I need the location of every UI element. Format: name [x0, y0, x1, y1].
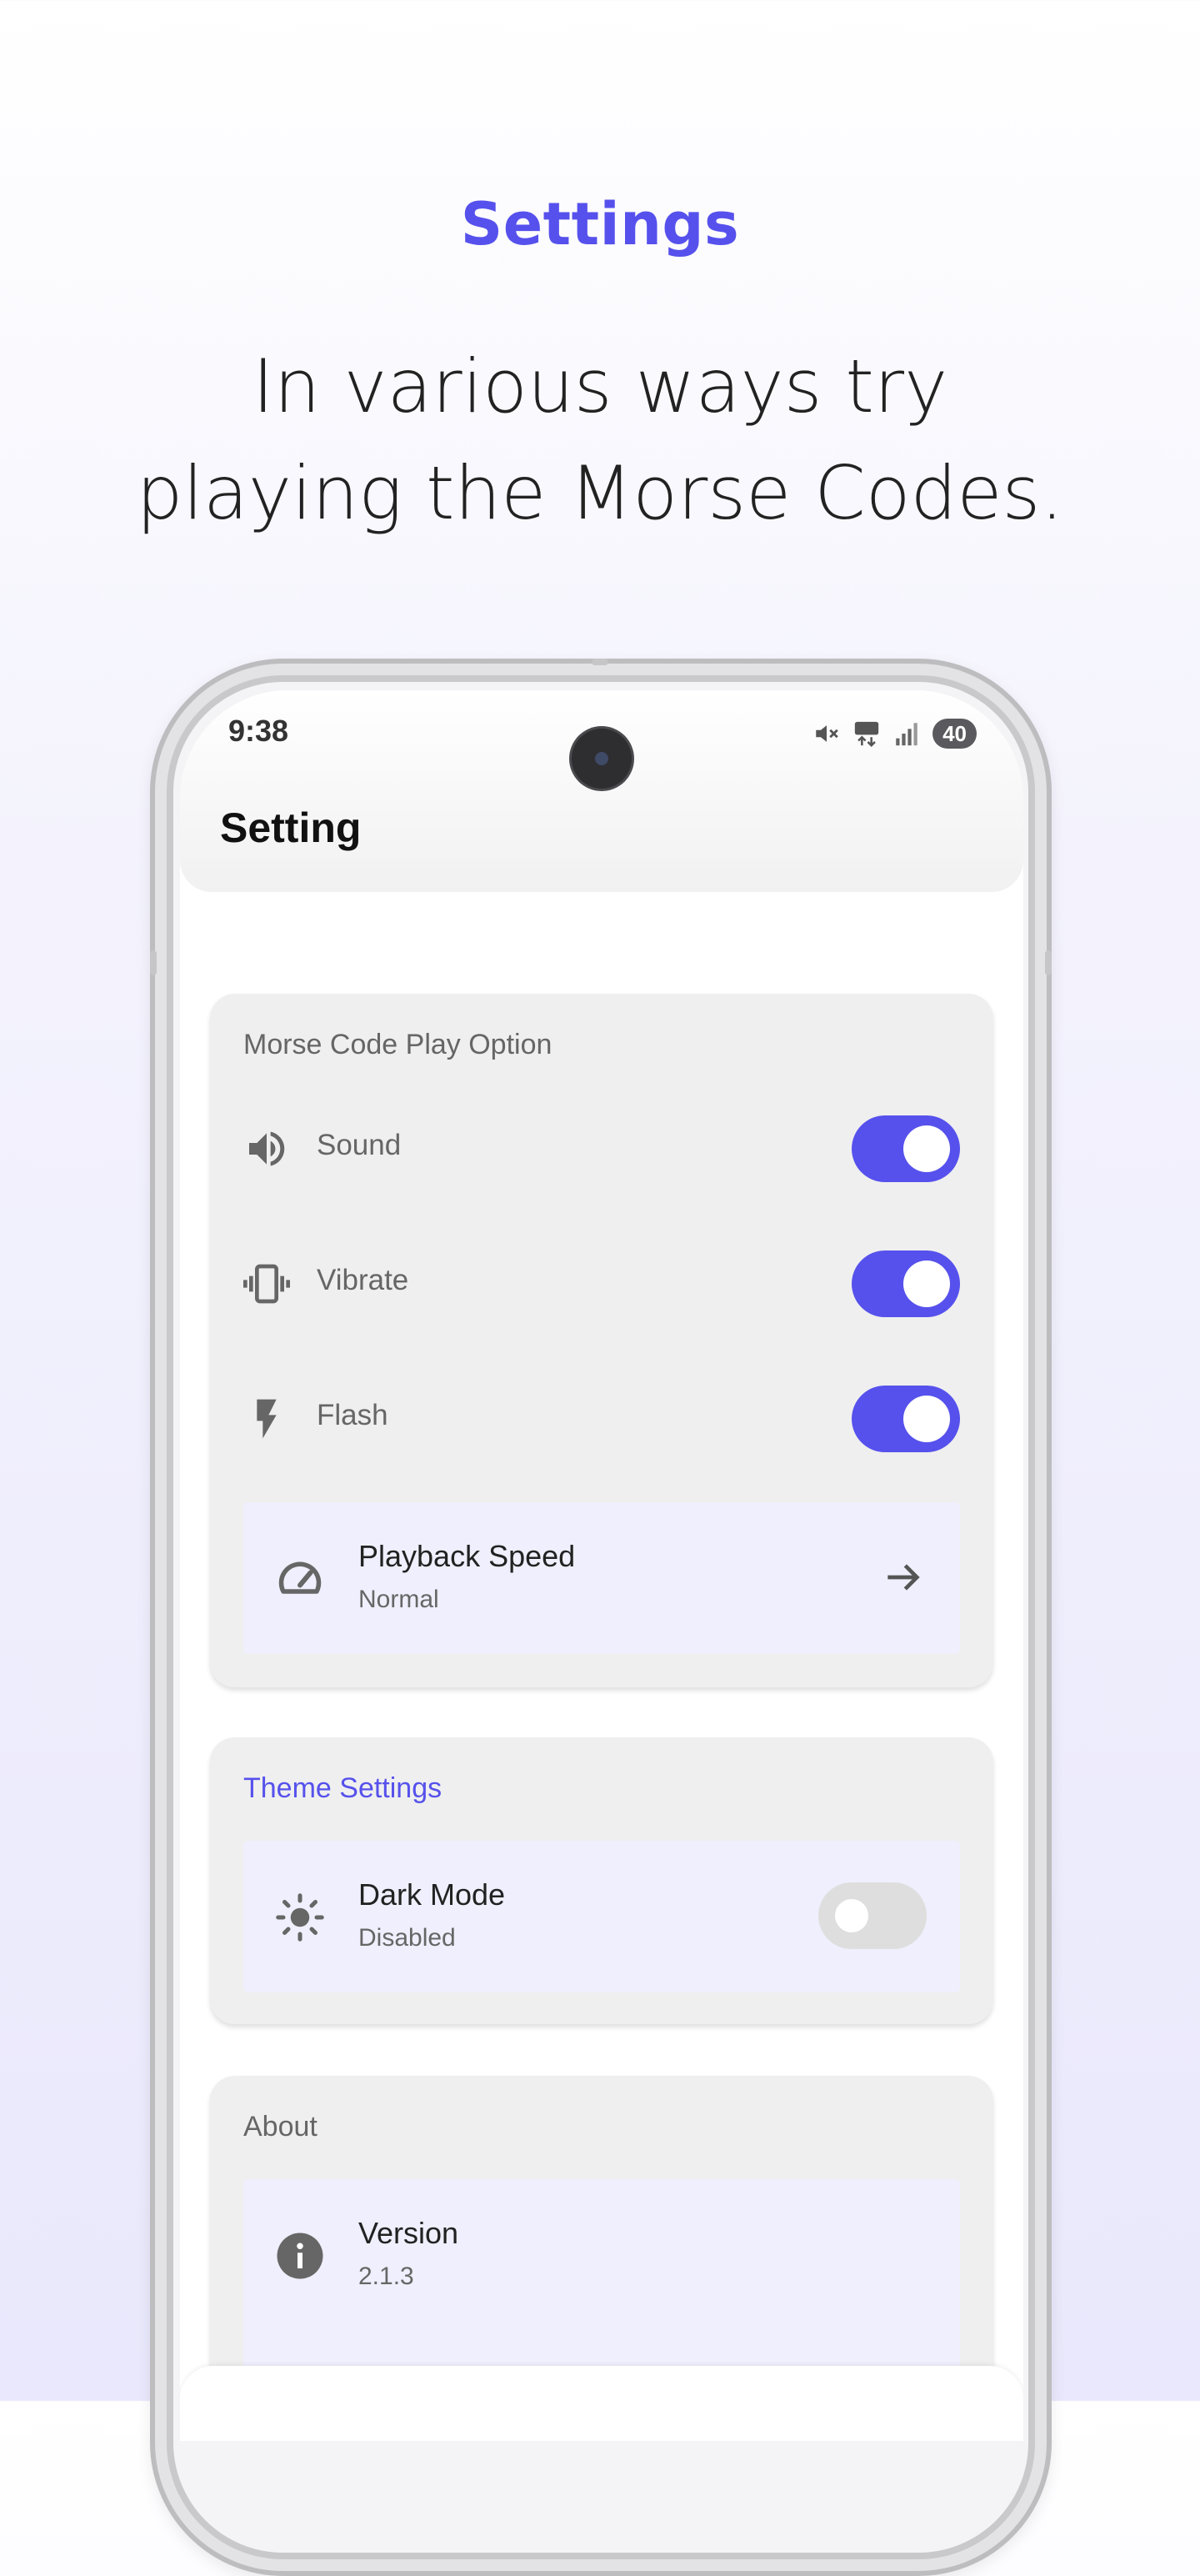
toggle-knob [835, 1899, 868, 1932]
vibrate-icon [243, 1264, 290, 1304]
vibrate-row[interactable]: Vibrate [243, 1244, 960, 1319]
vibrate-label: Vibrate [317, 1264, 409, 1296]
playback-speed-title: Playback Speed [358, 1539, 576, 1573]
sound-label: Sound [317, 1129, 402, 1161]
hero-subtitle-line-2: playing the Morse Codes. [136, 450, 1064, 536]
theme-title: Theme Settings [243, 1772, 442, 1804]
arrow-right-icon[interactable] [880, 1554, 927, 1601]
phone-side-button-right [1045, 950, 1052, 975]
version-value: 2.1.3 [358, 2263, 414, 2290]
bottom-sheet-edge [180, 2366, 1023, 2441]
app-bar: 9:38 40 Setting [180, 690, 1023, 892]
speedometer-icon [278, 1561, 322, 1594]
theme-card: Theme Settings Dark Mode Disabled [210, 1737, 993, 2024]
phone-side-button-left [150, 950, 157, 975]
toggle-knob [903, 1396, 950, 1442]
hero-title: Settings [460, 190, 740, 258]
phone-screen: 9:38 40 Setting Morse Code Play Option S… [180, 690, 1023, 2441]
hero-subtitle-line-1: In various ways try [252, 343, 948, 429]
front-camera [572, 729, 632, 789]
speaker-icon [249, 1131, 285, 1166]
sun-icon [276, 1893, 324, 1942]
battery-icon: 40 [932, 719, 977, 749]
phone-top-notch [592, 659, 608, 665]
about-title: About [243, 2111, 318, 2142]
playback-speed-tile[interactable]: Playback Speed Normal [243, 1502, 960, 1654]
signal-icon [896, 723, 918, 746]
dark-mode-toggle[interactable] [818, 1882, 927, 1949]
mute-icon [816, 725, 838, 742]
flash-label: Flash [317, 1399, 388, 1431]
info-icon [277, 2233, 323, 2279]
flash-toggle[interactable] [852, 1386, 960, 1452]
5g-icon [854, 721, 879, 747]
sound-row[interactable]: Sound [243, 1109, 960, 1184]
status-time: 9:38 [228, 714, 289, 748]
status-icons: 40 [812, 719, 977, 749]
dark-mode-tile[interactable]: Dark Mode Disabled [243, 1841, 960, 1992]
dark-mode-title: Dark Mode [358, 1877, 506, 1912]
toggle-knob [903, 1260, 950, 1307]
toggle-knob [903, 1125, 950, 1172]
vibrate-toggle[interactable] [852, 1250, 960, 1317]
sound-toggle[interactable] [852, 1115, 960, 1182]
flash-row[interactable]: Flash [243, 1379, 960, 1454]
dark-mode-value: Disabled [358, 1924, 456, 1952]
flash-icon [257, 1399, 277, 1439]
play-option-card: Morse Code Play Option Sound Vibrate Fla… [210, 994, 993, 1687]
version-title: Version [358, 2216, 459, 2250]
playback-speed-value: Normal [358, 1586, 439, 1613]
play-option-title: Morse Code Play Option [243, 1029, 552, 1060]
page-title: Setting [220, 804, 362, 851]
hero-subtitle: In various ways try playing the Morse Co… [0, 333, 1200, 547]
